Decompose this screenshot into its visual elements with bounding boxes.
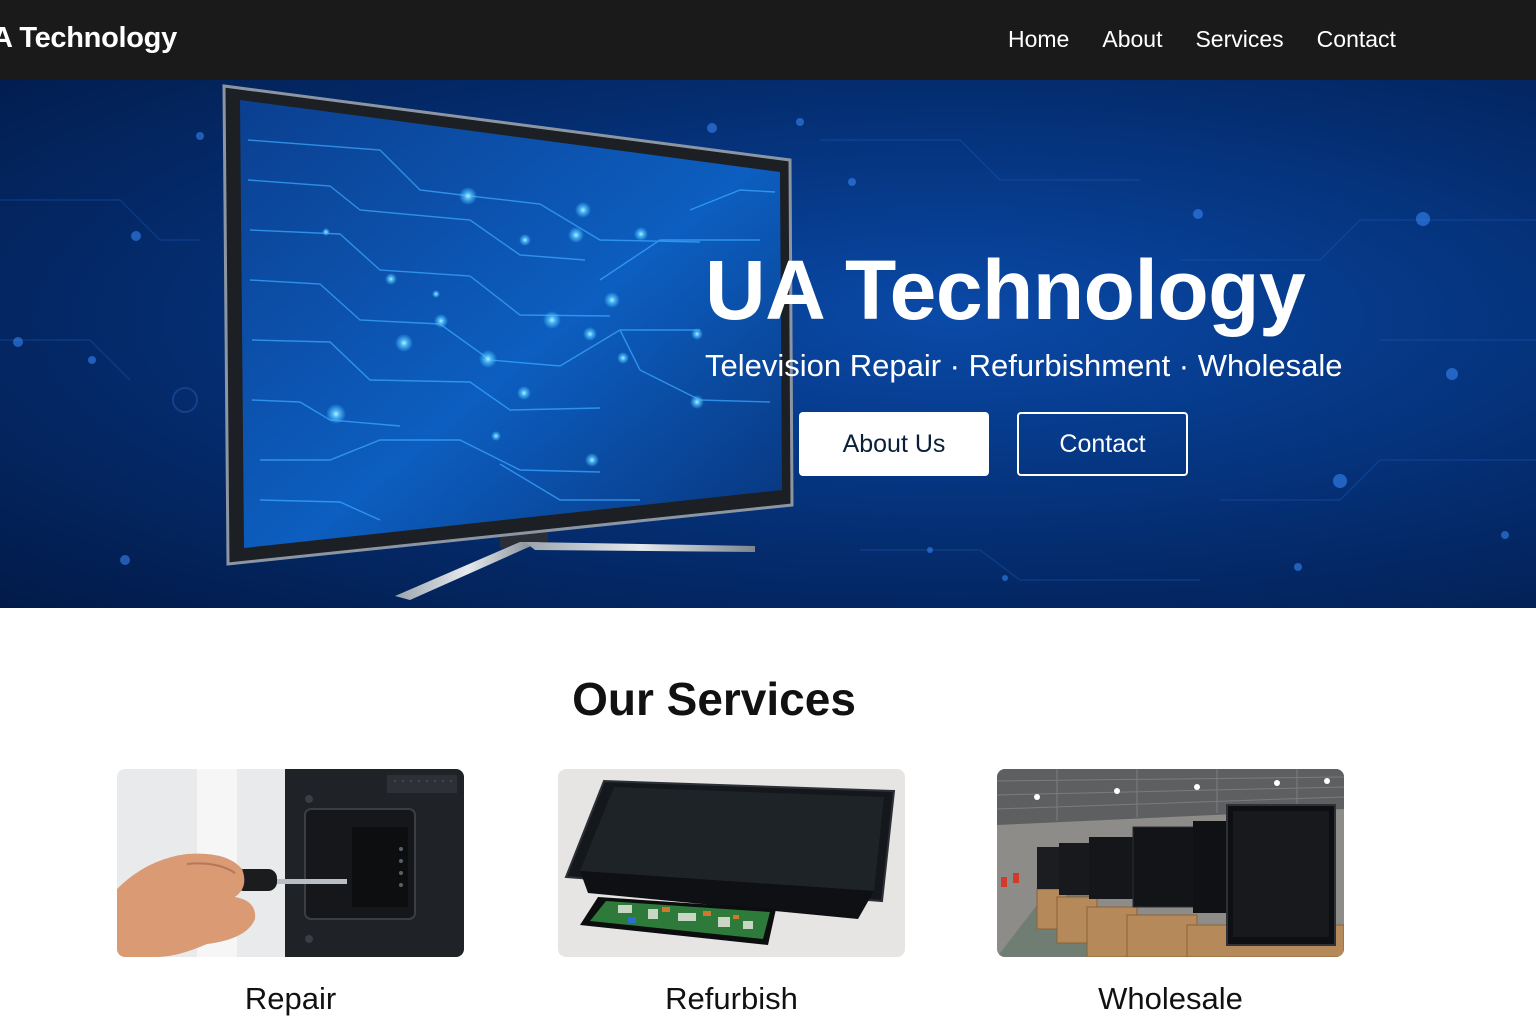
hero-banner: UA Technology Television Repair · Refurb… [0, 80, 1536, 608]
services-heading: Our Services [572, 673, 856, 725]
nav-link-services[interactable]: Services [1195, 26, 1283, 53]
nav-link-contact[interactable]: Contact [1317, 26, 1396, 53]
main-nav: Home About Services Contact [1008, 26, 1429, 53]
brand-logo-link[interactable]: A Technology [0, 22, 177, 55]
about-us-button[interactable]: About Us [799, 412, 989, 476]
tv-warehouse-image [997, 769, 1344, 957]
nav-link-home[interactable]: Home [1008, 26, 1069, 53]
service-card-repair[interactable]: Repair [117, 769, 464, 1017]
service-label-repair: Repair [244, 981, 337, 1016]
service-label-refurbish: Refurbish [665, 981, 798, 1016]
service-card-wholesale[interactable]: Wholesale [997, 769, 1344, 1017]
contact-button[interactable]: Contact [1017, 412, 1188, 476]
tv-refurbish-image [558, 769, 905, 957]
tv-repair-image [117, 769, 464, 957]
top-navigation-bar: A Technology Home About Services Contact [0, 0, 1536, 80]
service-label-wholesale: Wholesale [1098, 981, 1243, 1016]
hero-title: UA Technology [705, 243, 1306, 337]
service-card-refurbish[interactable]: Refurbish [558, 769, 905, 1017]
hero-subtitle: Television Repair · Refurbishment · Whol… [705, 348, 1343, 383]
nav-link-about[interactable]: About [1102, 26, 1162, 53]
hero-tv-circuit-image [0, 84, 1536, 600]
